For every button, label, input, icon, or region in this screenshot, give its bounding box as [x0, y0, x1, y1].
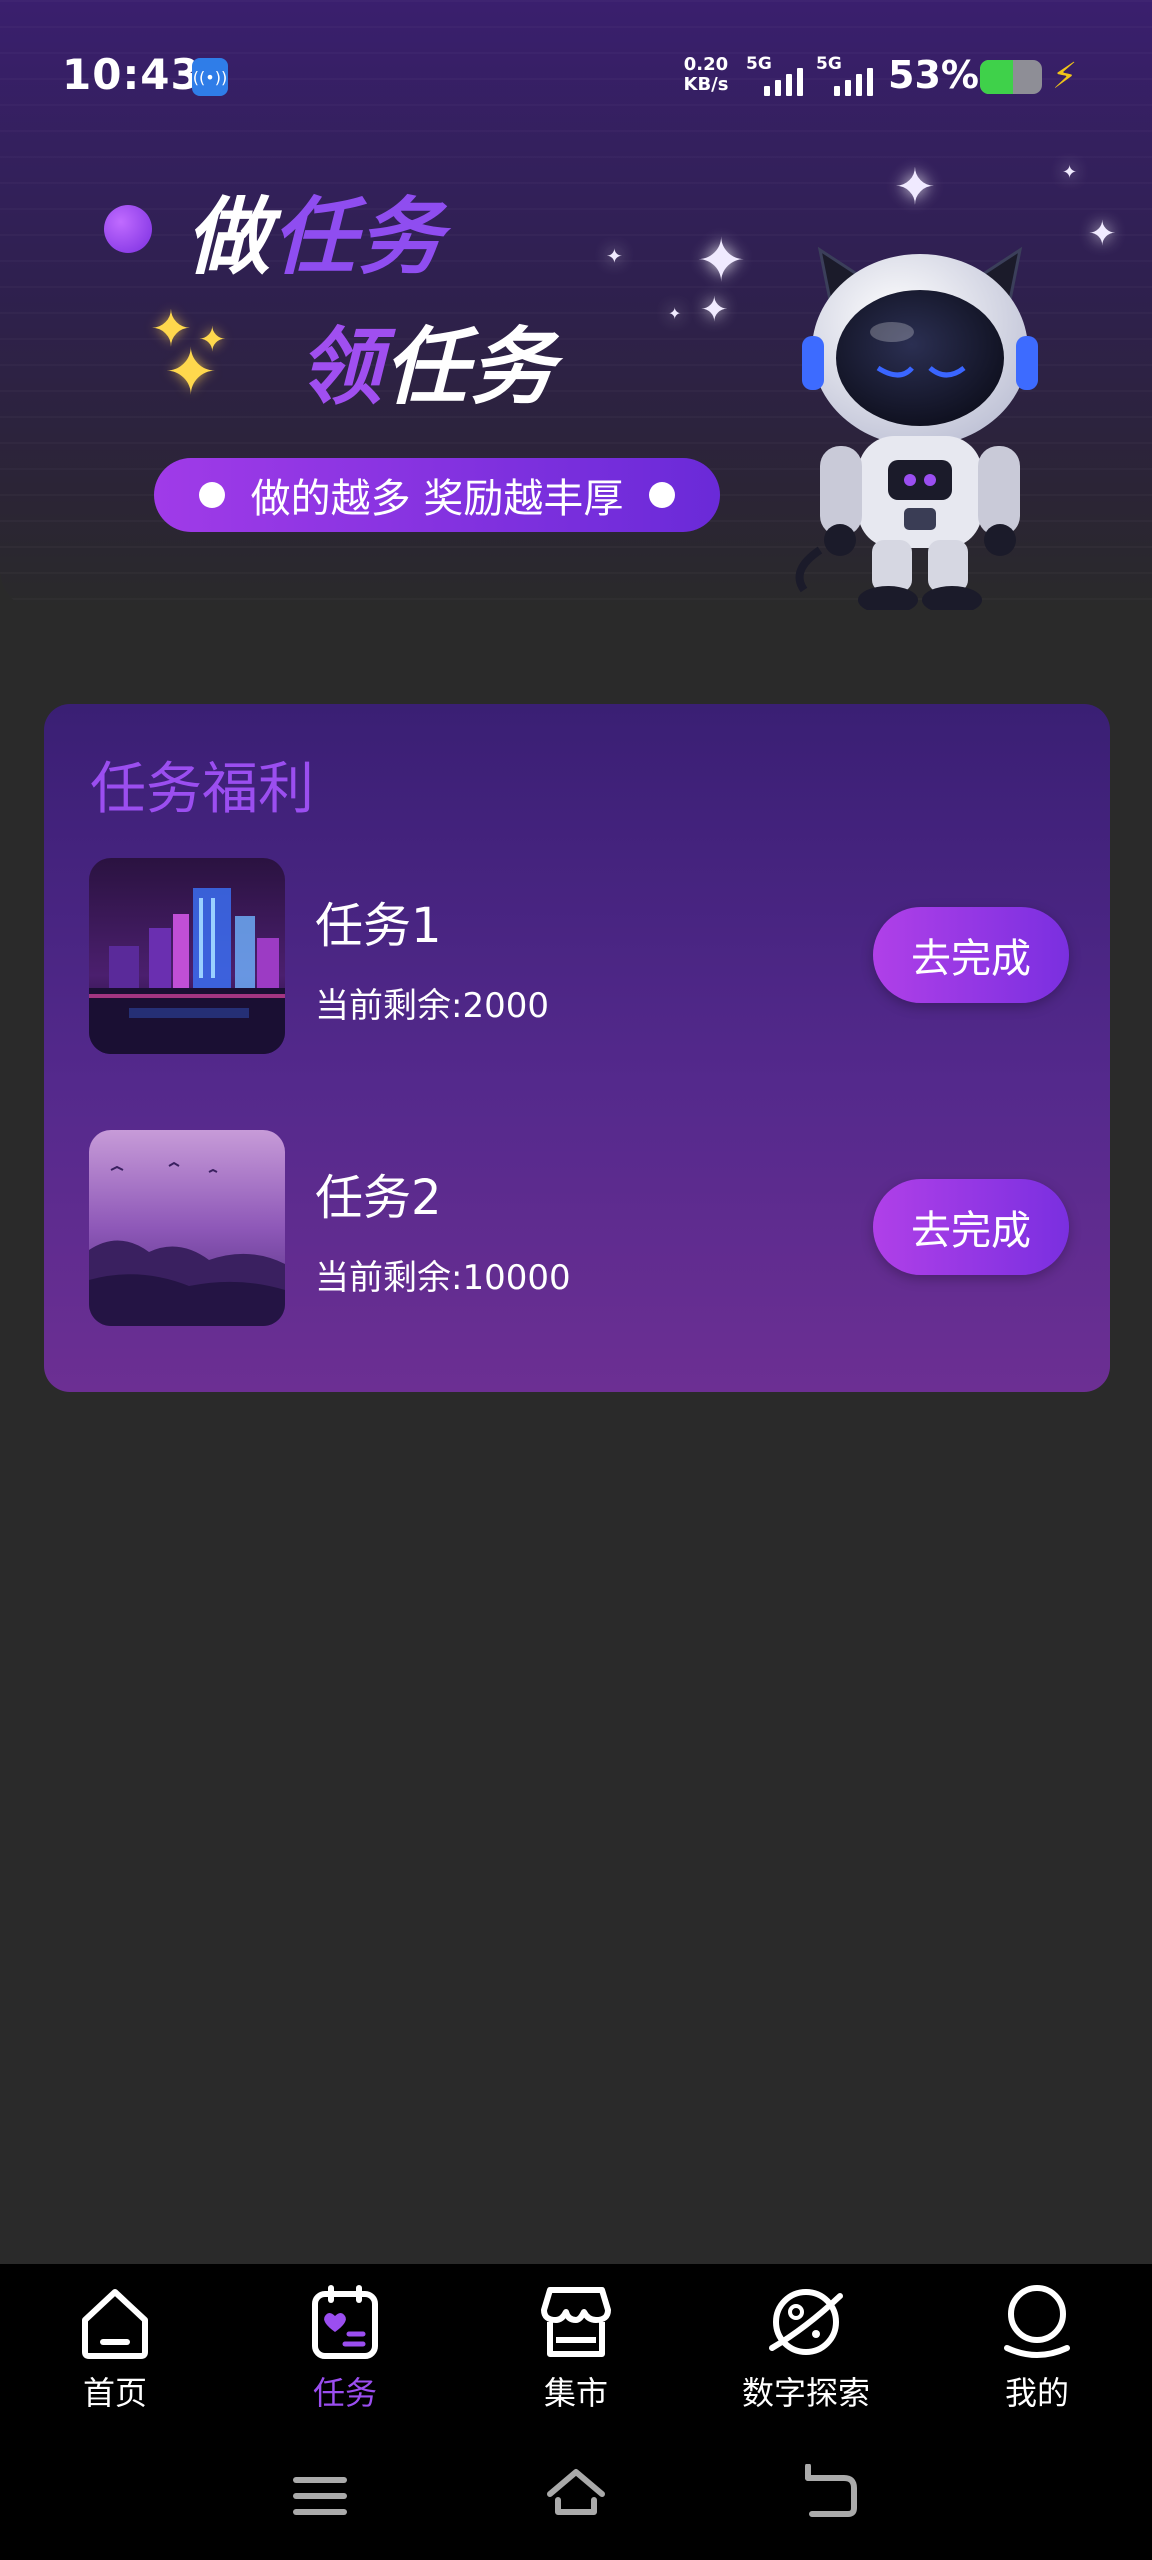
task-item: 任务1 当前剩余:2000 去完成: [89, 858, 1069, 1054]
task-item: 任务2 当前剩余:10000 去完成: [89, 1130, 1069, 1326]
status-time: 10:43: [62, 50, 201, 99]
hero-headline-2: 领任务: [298, 300, 556, 421]
star-icon: ✦: [1088, 214, 1117, 254]
task-thumbnail-city: [89, 858, 285, 1054]
market-store-icon: [541, 2287, 611, 2357]
bottom-nav: 首页 任务 集市 数字探索 我的: [0, 2264, 1152, 2434]
hero-headline-2-white: 任务: [384, 318, 557, 416]
planet-explore-icon: [769, 2289, 843, 2355]
star-icon: ✦: [894, 158, 936, 216]
nav-item-explore[interactable]: 数字探索: [706, 2282, 906, 2414]
hero-headline-1-white: 做: [186, 188, 273, 286]
network-speed-unit: KB/s: [683, 74, 729, 95]
charging-icon: ⚡: [1052, 56, 1078, 97]
task-calendar-icon: [312, 2285, 378, 2359]
sim1-signal-icon: 5G: [746, 54, 816, 98]
star-icon: ✦: [1062, 162, 1078, 183]
home-icon: [82, 2289, 148, 2359]
nav-label: 数字探索: [741, 2374, 870, 2412]
pill-dot-left: [198, 482, 225, 508]
nav-item-profile[interactable]: 我的: [937, 2282, 1137, 2414]
sparkle-large-icon: ✦: [164, 336, 218, 410]
system-home-icon[interactable]: [544, 2464, 608, 2524]
star-icon: ✦: [668, 304, 682, 323]
network-speed-value: 0.20: [683, 54, 729, 75]
nav-label: 我的: [1004, 2374, 1069, 2412]
task-thumbnail-landscape: [89, 1130, 285, 1326]
hero-headline-1: 做任务: [186, 170, 444, 291]
nav-label: 首页: [82, 2374, 147, 2412]
astronaut-mascot-illustration: [795, 246, 1038, 610]
pill-dot-right: [649, 482, 676, 508]
status-bar: 10:43 ((•)) 0.20 KB/s 5G 5G 53% ⚡: [0, 0, 1152, 150]
go-complete-button[interactable]: 去完成: [873, 1179, 1069, 1275]
task-remaining: 当前剩余:2000: [315, 986, 549, 1026]
hero-bullet-dot: [104, 205, 152, 253]
nav-label: 任务: [312, 2374, 377, 2412]
star-icon: ✦: [700, 290, 729, 330]
nav-item-market[interactable]: 集市: [476, 2282, 676, 2414]
network-speed: 0.20 KB/s: [680, 55, 732, 95]
hero-banner: 10:43 ((•)) 0.20 KB/s 5G 5G 53% ⚡ 做任务 ✦ …: [0, 0, 1152, 610]
nav-item-home[interactable]: 首页: [15, 2282, 215, 2414]
profile-icon: [1004, 2285, 1070, 2358]
nav-label: 集市: [543, 2374, 608, 2412]
battery-icon: [980, 60, 1042, 94]
hero-headline-1-purple: 任务: [272, 188, 445, 286]
hotspot-notification-icon: ((•)): [192, 58, 228, 96]
star-icon: ✦: [696, 226, 747, 296]
task-name: 任务1: [315, 898, 442, 954]
sim2-signal-icon: 5G: [816, 54, 886, 98]
nav-item-tasks[interactable]: 任务: [245, 2282, 445, 2414]
task-remaining: 当前剩余:10000: [315, 1258, 571, 1298]
hero-slogan-text: 做的越多 奖励越丰厚: [250, 476, 624, 522]
star-icon: ✦: [606, 244, 623, 268]
back-icon[interactable]: [800, 2464, 860, 2524]
system-navigation-bar: [0, 2434, 1152, 2560]
go-complete-button[interactable]: 去完成: [873, 907, 1069, 1003]
task-benefits-card: 任务福利 任务1 当前剩余:2000 去完成 任务2 当前剩余:10000 去完…: [44, 704, 1110, 1392]
hero-headline-2-purple: 领: [298, 318, 385, 416]
task-name: 任务2: [315, 1170, 442, 1226]
hero-slogan-pill: 做的越多 奖励越丰厚: [154, 458, 720, 532]
card-title: 任务福利: [90, 757, 314, 822]
battery-percent: 53%: [888, 53, 979, 97]
menu-icon[interactable]: [290, 2466, 350, 2526]
